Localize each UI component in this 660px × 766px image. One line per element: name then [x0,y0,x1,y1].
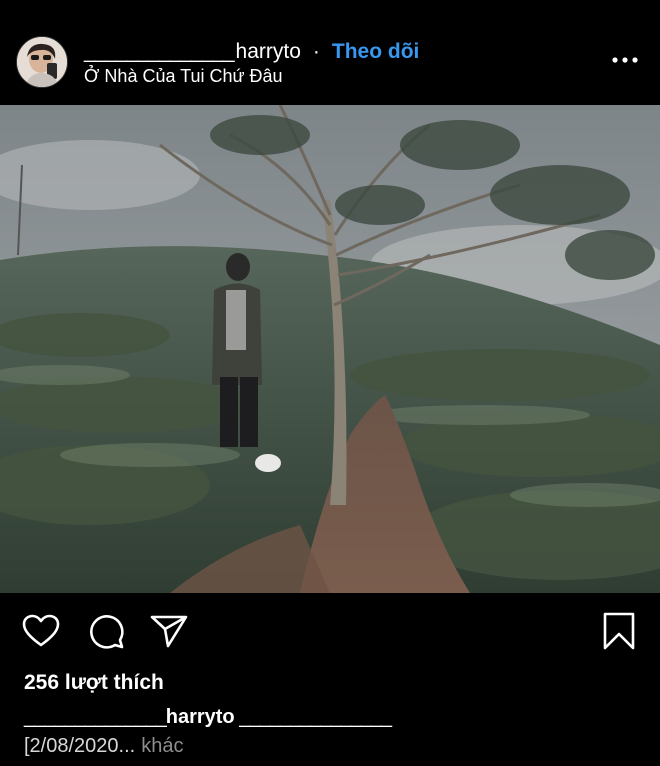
photo-image [0,105,660,593]
heart-icon[interactable] [22,614,60,648]
username-prefix: ______________ [84,40,235,63]
caption: ______________harryto _______________ [24,706,392,729]
send-icon[interactable] [150,614,188,648]
follow-button[interactable]: Theo dõi [332,40,420,64]
likes-count[interactable]: 256 lượt thích [24,671,164,695]
location-label[interactable]: Ở Nhà Của Tui Chứ Đâu [84,66,283,87]
caption-username[interactable]: harryto [166,706,235,728]
more-link[interactable]: khác [141,735,183,757]
action-bar [0,593,660,673]
post-header: ______________ harryto · Theo dõi Ở Nhà … [0,0,660,105]
username[interactable]: harryto [236,40,301,64]
post-photo[interactable] [0,105,660,593]
bookmark-icon[interactable] [603,612,635,650]
separator-dot: · [312,40,320,63]
comment-icon[interactable] [87,612,125,650]
more-horizontal-icon[interactable] [612,57,638,63]
username-row: ______________ harryto · Theo dõi [84,38,419,64]
caption-date: [2/08/2020... [24,735,136,757]
caption-text: _______________ [234,706,392,728]
caption-user-prefix: ______________ [24,706,167,728]
avatar-image [17,37,67,87]
caption-continuation: [2/08/2020... khác [24,735,183,758]
avatar[interactable] [16,36,68,88]
